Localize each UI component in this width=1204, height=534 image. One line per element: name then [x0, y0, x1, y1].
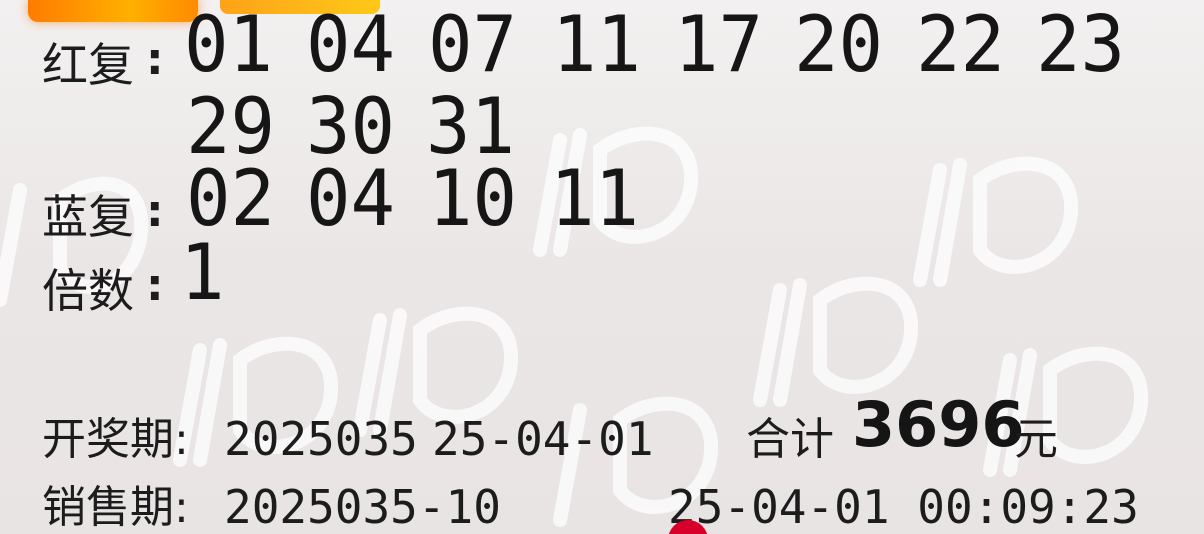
- blue-colon: :: [146, 186, 164, 237]
- red-number: 11: [552, 0, 642, 91]
- total-amount: 3696: [852, 388, 1025, 461]
- draw-period: 2025035: [224, 412, 418, 466]
- blue-number: 10: [428, 153, 518, 244]
- blue-number: 11: [550, 153, 640, 244]
- red-numbers-label: 红复: [42, 38, 134, 92]
- red-number: 23: [1036, 0, 1126, 91]
- red-number: 20: [794, 0, 884, 91]
- red-colon: :: [146, 34, 164, 85]
- sale-datetime: 25-04-01 00:09:23: [668, 480, 1139, 534]
- multiple-value: 1: [180, 227, 225, 318]
- blue-numbers-label: 蓝复: [42, 190, 134, 244]
- draw-date: 25-04-01: [432, 412, 654, 466]
- blue-number: 02: [186, 153, 276, 244]
- draw-period-label: 开奖期:: [42, 414, 189, 465]
- total-unit: 元: [1014, 414, 1058, 465]
- lottery-ticket: 红复 : 01 04 07 11 17 20 22 23 29 30 31 蓝复…: [0, 0, 1204, 534]
- total-label: 合计: [746, 414, 834, 465]
- red-number: 07: [428, 0, 518, 91]
- sale-period-label: 销售期:: [42, 482, 189, 533]
- multiple-label: 倍数: [42, 264, 134, 318]
- red-number: 01: [184, 0, 274, 91]
- red-number: 22: [916, 0, 1006, 91]
- blue-number: 04: [306, 153, 396, 244]
- multiple-colon: :: [146, 260, 164, 311]
- red-number: 17: [674, 0, 764, 91]
- red-number: 04: [306, 0, 396, 91]
- sale-period: 2025035-10: [224, 480, 501, 534]
- header-banner-fragment: [28, 0, 198, 22]
